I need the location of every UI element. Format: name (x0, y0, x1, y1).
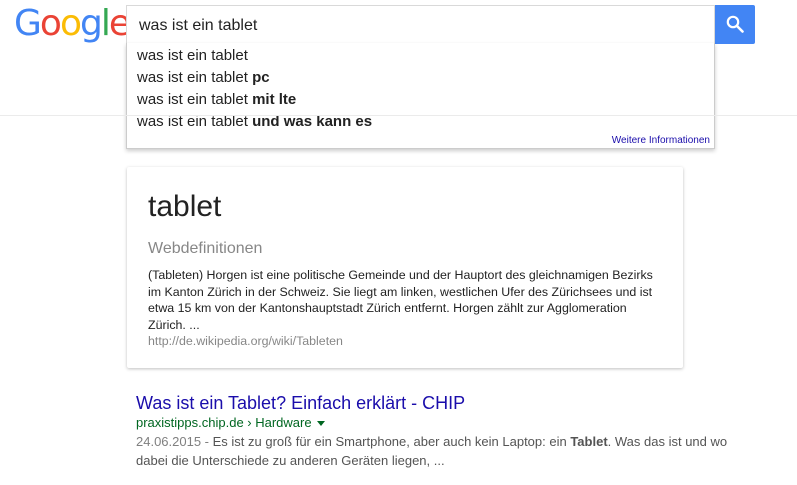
dropdown-caret-icon[interactable] (316, 421, 325, 427)
result-date: 24.06.2015 - (136, 434, 213, 449)
google-logo[interactable]: Google (14, 3, 131, 44)
result-url-text: praxistipps.chip.de › Hardware (136, 415, 312, 430)
kp-subtitle: Webdefinitionen (148, 240, 263, 257)
kp-source-link[interactable]: http://de.wikipedia.org/wiki/Tableten (148, 333, 343, 349)
suggestion-item[interactable]: was ist ein tablet mit lte (137, 89, 296, 111)
logo-letter: l (100, 3, 111, 44)
search-icon (726, 15, 744, 33)
kp-title: tablet (148, 190, 222, 223)
suggestion-item[interactable]: was ist ein tablet (137, 45, 248, 67)
kp-description: (Tableten) Horgen ist eine politische Ge… (148, 268, 653, 332)
autocomplete-dropdown: was ist ein tablet was ist ein tablet pc… (126, 43, 715, 149)
snippet-text: Es ist zu groß für ein Smartphone, aber … (212, 434, 571, 449)
suggestion-bold: mit lte (252, 91, 297, 108)
suggestion-base: was ist ein tablet (137, 69, 253, 86)
suggestion-item[interactable]: was ist ein tablet pc (137, 67, 270, 89)
suggestion-bold: pc (252, 69, 270, 86)
result-url: praxistipps.chip.de › Hardware (136, 414, 756, 432)
search-box (126, 5, 715, 43)
suggestion-base: was ist ein tablet (137, 47, 248, 64)
logo-letter: o (59, 3, 82, 44)
search-result: Was ist ein Tablet? Einfach erklärt - CH… (136, 392, 756, 470)
result-snippet: 24.06.2015 - Es ist zu groß für ein Smar… (136, 433, 756, 470)
result-title-link[interactable]: Was ist ein Tablet? Einfach erklärt - CH… (136, 392, 756, 414)
snippet-bold: Tablet (570, 434, 608, 449)
header-divider (0, 115, 797, 116)
logo-letter: o (39, 3, 62, 44)
search-input[interactable] (137, 13, 701, 39)
knowledge-panel: tablet Webdefinitionen (Tableten) Horgen… (127, 167, 683, 368)
more-info-link[interactable]: Weitere Informationen (612, 135, 710, 147)
suggestion-base: was ist ein tablet (137, 91, 253, 108)
search-button[interactable] (715, 5, 755, 44)
logo-letter: G (14, 3, 42, 44)
logo-letter: g (79, 3, 103, 44)
